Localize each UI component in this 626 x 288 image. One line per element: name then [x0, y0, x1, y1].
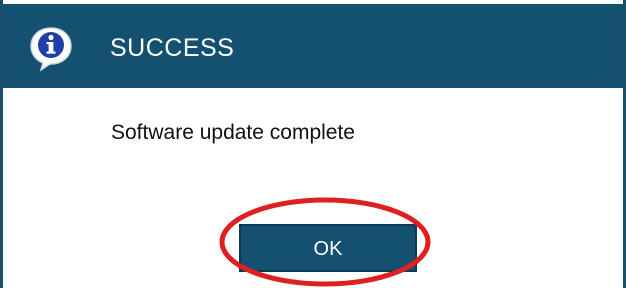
- dialog-title: SUCCESS: [110, 34, 235, 62]
- dialog-message: Software update complete: [111, 121, 355, 144]
- success-dialog: SUCCESS Software update complete OK: [0, 0, 626, 288]
- dialog-title-bar: SUCCESS: [3, 4, 623, 88]
- info-icon: [27, 24, 75, 72]
- ok-button[interactable]: OK: [239, 224, 417, 272]
- dialog-content: Software update complete OK: [3, 88, 623, 288]
- page: SUCCESS Software update complete OK: [0, 0, 626, 288]
